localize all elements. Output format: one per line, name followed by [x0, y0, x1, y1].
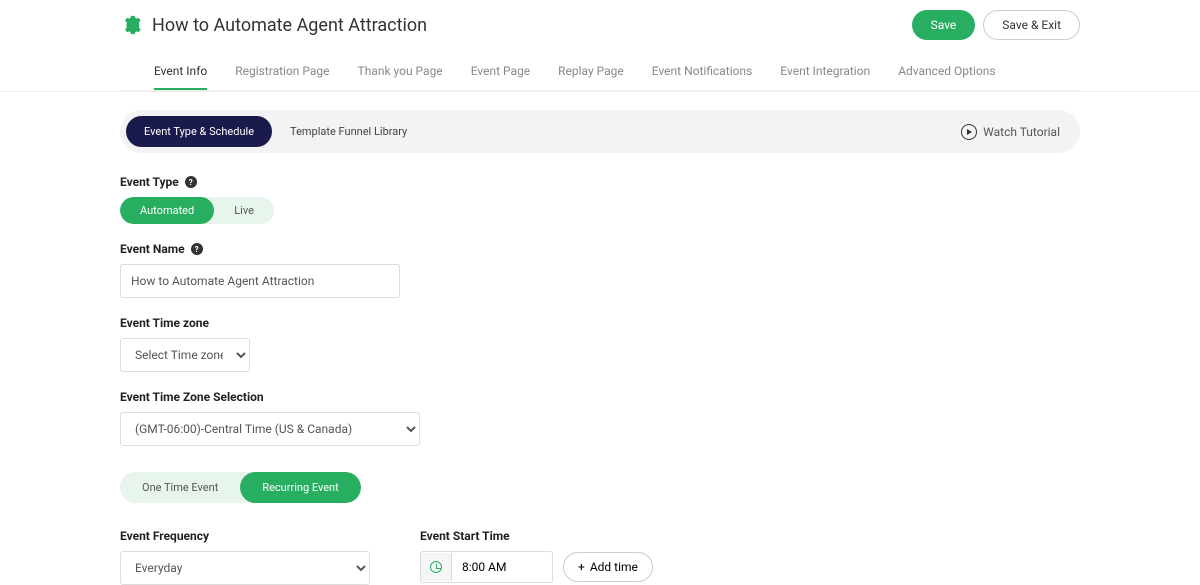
frequency-label: Event Frequency	[120, 529, 209, 543]
tab-advanced-options[interactable]: Advanced Options	[898, 58, 995, 90]
gear-icon	[120, 14, 142, 36]
sub-tabs-bar: Event Type & Schedule Template Funnel Li…	[120, 110, 1080, 153]
event-name-label: Event Name	[120, 242, 185, 256]
tab-thank-you-page[interactable]: Thank you Page	[358, 58, 443, 90]
tab-event-info[interactable]: Event Info	[154, 58, 207, 90]
add-time-label: Add time	[590, 560, 638, 574]
recurrence-toggle: One Time Event Recurring Event	[120, 472, 361, 503]
event-type-live[interactable]: Live	[214, 197, 274, 224]
timezone-select-label: Event Time Zone Selection	[120, 390, 264, 404]
clock-icon	[421, 553, 452, 581]
watch-tutorial-label: Watch Tutorial	[983, 125, 1060, 139]
tab-replay-page[interactable]: Replay Page	[558, 58, 624, 90]
timezone-strategy-label: Event Time zone	[120, 316, 209, 330]
event-name-input[interactable]	[120, 264, 400, 298]
timezone-select[interactable]: (GMT-06:00)-Central Time (US & Canada)	[120, 412, 420, 446]
timezone-strategy-select[interactable]: Select Time zone	[120, 338, 250, 372]
watch-tutorial-link[interactable]: Watch Tutorial	[961, 124, 1074, 140]
page-title: How to Automate Agent Attraction	[152, 15, 427, 36]
help-icon[interactable]: ?	[185, 176, 197, 188]
tab-registration-page[interactable]: Registration Page	[235, 58, 329, 90]
event-type-label: Event Type	[120, 175, 179, 189]
save-exit-button[interactable]: Save & Exit	[983, 10, 1080, 40]
recurrence-one-time[interactable]: One Time Event	[120, 472, 240, 503]
start-time-input[interactable]	[452, 552, 552, 582]
help-icon[interactable]: ?	[191, 243, 203, 255]
main-tabs: Event Info Registration Page Thank you P…	[120, 58, 1080, 91]
tab-event-integration[interactable]: Event Integration	[780, 58, 870, 90]
start-time-input-group	[420, 551, 553, 583]
start-time-label: Event Start Time	[420, 529, 510, 543]
tab-event-page[interactable]: Event Page	[471, 58, 530, 90]
event-type-automated[interactable]: Automated	[120, 197, 214, 224]
recurrence-recurring[interactable]: Recurring Event	[240, 472, 360, 503]
event-type-toggle: Automated Live	[120, 197, 274, 224]
subtab-template-library[interactable]: Template Funnel Library	[272, 116, 425, 147]
add-time-button[interactable]: + Add time	[563, 552, 653, 582]
frequency-select[interactable]: Everyday	[120, 551, 370, 585]
plus-icon: +	[578, 560, 585, 574]
tab-event-notifications[interactable]: Event Notifications	[652, 58, 753, 90]
play-icon	[961, 124, 977, 140]
save-button[interactable]: Save	[912, 10, 976, 40]
subtab-event-type-schedule[interactable]: Event Type & Schedule	[126, 116, 272, 147]
